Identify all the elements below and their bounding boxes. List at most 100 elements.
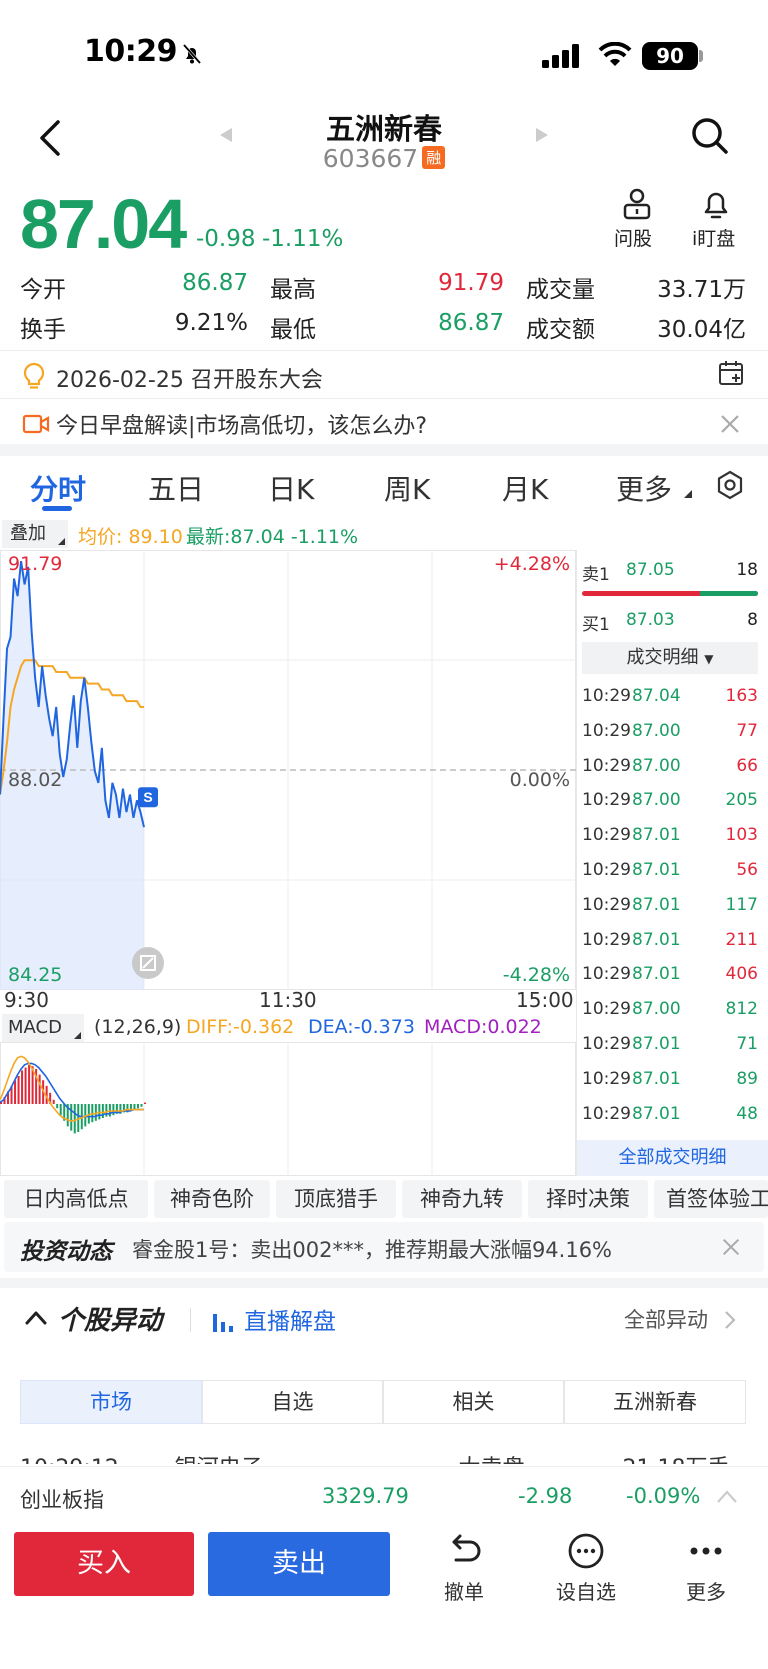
trade-time: 10:29	[582, 790, 631, 811]
macd-bar	[21, 1070, 24, 1104]
buy-button[interactable]: 买入	[14, 1532, 194, 1596]
divider	[0, 350, 768, 351]
y-tick-low: 84.25	[8, 964, 62, 986]
trade-volume: 163	[725, 686, 758, 706]
undo-icon[interactable]	[444, 1532, 484, 1570]
cancel-order-label[interactable]: 撤单	[424, 1576, 504, 1605]
trade-volume: 56	[736, 860, 758, 880]
add-watchlist-label[interactable]: 设自选	[546, 1576, 626, 1605]
trade-volume: 66	[736, 755, 758, 776]
tab-daily-k[interactable]: 日K	[268, 468, 314, 508]
segment-market[interactable]: 市场	[20, 1380, 202, 1424]
trade-volume: 77	[736, 720, 758, 741]
add-watchlist-icon[interactable]	[566, 1532, 606, 1570]
turnover-label: 换手	[20, 317, 66, 343]
avg-price-label: 均价: 89.10	[78, 526, 183, 548]
intraday-chart[interactable]: S 91.79 88.02 84.25 +4.28% 0.00% -4.28%	[0, 550, 576, 990]
macd-bar	[14, 1080, 17, 1104]
macd-grid	[0, 1042, 576, 1176]
trade-volume: 117	[725, 894, 758, 915]
trade-price: 87.00	[632, 755, 681, 776]
tool-top-bottom-hunter[interactable]: 顶底猎手	[276, 1180, 396, 1218]
segment-watchlist[interactable]: 自选	[202, 1380, 383, 1424]
ask-stock-icon[interactable]	[621, 188, 653, 220]
macd-chart[interactable]	[0, 1042, 576, 1176]
stock-name: 五洲新春	[325, 112, 442, 146]
status-time: 10:29	[84, 34, 178, 69]
trade-row: 10:29 87.00 77	[582, 721, 758, 751]
video-notice[interactable]: 今日早盘解读|市场高低切，该怎么办?	[56, 408, 427, 440]
buy1-label: 买1	[582, 615, 610, 635]
chevron-right-icon[interactable]	[724, 1310, 736, 1330]
trade-time: 10:29	[582, 755, 631, 776]
segment-this-stock[interactable]: 五洲新春	[564, 1380, 746, 1424]
meeting-notice[interactable]: 2026-02-25 召开股东大会	[56, 362, 323, 394]
fullscreen-icon	[132, 947, 164, 979]
y-tick-high: 91.79	[8, 553, 62, 575]
chevron-down-icon: ▼	[704, 652, 714, 666]
trade-row: 10:29 87.01 48	[582, 1104, 758, 1134]
ask-stock-label[interactable]: 问股	[614, 224, 652, 251]
buy-sell-ratio-bar-green	[700, 591, 758, 596]
tab-monthly-k[interactable]: 月K	[502, 468, 548, 508]
watch-bell-icon[interactable]	[702, 188, 730, 220]
all-anomaly-link[interactable]: 全部异动	[624, 1304, 708, 1334]
close-icon[interactable]	[718, 412, 742, 436]
next-stock-arrow-icon[interactable]	[536, 128, 548, 142]
price-change-pct: -1.11%	[262, 226, 344, 252]
tool-first-sign-trial[interactable]: 首签体验工	[654, 1180, 768, 1218]
tab-more[interactable]: 更多	[616, 468, 672, 508]
trade-price: 87.01	[632, 1103, 681, 1124]
trade-row: 10:29 87.00 812	[582, 999, 758, 1029]
divider	[190, 1308, 191, 1332]
live-analysis-link[interactable]: 直播解盘	[244, 1302, 336, 1336]
index-value: 3329.79	[322, 1484, 409, 1508]
trade-time: 10:29	[582, 1034, 631, 1054]
trade-time: 10:29	[582, 686, 631, 706]
turnover-value: 9.21%	[174, 310, 248, 336]
macd-bar	[73, 1104, 76, 1134]
low-label: 最低	[270, 317, 316, 343]
tool-timing-decision[interactable]: 择时决策	[528, 1180, 648, 1218]
tool-intraday-high-low[interactable]: 日内高低点	[4, 1180, 148, 1218]
high-value: 91.79	[438, 270, 504, 296]
corner-triangle-icon	[58, 538, 65, 545]
close-icon[interactable]	[720, 1236, 742, 1258]
tab-intraday[interactable]: 分时	[30, 468, 86, 508]
news-text[interactable]: 睿金股1号：卖出002***，推荐期最大涨幅94.16%	[132, 1234, 612, 1264]
buy1-volume: 8	[747, 610, 758, 630]
trade-time: 10:29	[582, 929, 631, 950]
bulb-icon	[23, 362, 45, 389]
segment-related[interactable]: 相关	[383, 1380, 564, 1424]
chevron-up-icon[interactable]	[716, 1488, 738, 1504]
watch-label[interactable]: i盯盘	[692, 224, 735, 251]
latest-price-label: 最新:87.04 -1.11%	[186, 526, 359, 548]
tab-five-day[interactable]: 五日	[148, 468, 204, 508]
macd-bar	[112, 1104, 115, 1116]
settings-icon[interactable]	[715, 470, 745, 500]
stock-code: 603667	[322, 144, 419, 173]
trade-price: 87.01	[632, 1068, 681, 1089]
more-label[interactable]: 更多	[666, 1576, 746, 1605]
trade-price: 87.00	[632, 790, 681, 811]
trade-detail-dropdown[interactable]: 成交明细 ▼	[582, 642, 758, 674]
tab-weekly-k[interactable]: 周K	[384, 468, 430, 508]
macd-bar	[38, 1074, 41, 1104]
add-calendar-icon[interactable]	[718, 360, 744, 386]
tool-magic-color[interactable]: 神奇色阶	[154, 1180, 270, 1218]
tool-magic-nine[interactable]: 神奇九转	[402, 1180, 522, 1218]
index-change-pct: -0.09%	[626, 1484, 701, 1508]
search-icon[interactable]	[690, 116, 730, 156]
more-dots-icon[interactable]	[686, 1532, 726, 1570]
sell-button[interactable]: 卖出	[208, 1532, 390, 1596]
margin-badge: 融	[422, 146, 446, 169]
anomaly-row-partial: 10:29:12 银河电子 大卖盘 21.18万手	[20, 1452, 740, 1464]
macd-bar	[17, 1076, 20, 1104]
corner-triangle-icon	[684, 490, 692, 498]
macd-selector[interactable]: MACD	[2, 1014, 84, 1042]
app-root: { "status_bar": {"time": "10:29", "batte…	[0, 0, 768, 1669]
all-trade-detail-button[interactable]: 全部成交明细	[577, 1140, 768, 1176]
volume-label: 成交量	[526, 277, 595, 303]
chevron-up-icon[interactable]	[24, 1306, 48, 1330]
trade-row: 10:29 87.01 117	[582, 895, 758, 925]
